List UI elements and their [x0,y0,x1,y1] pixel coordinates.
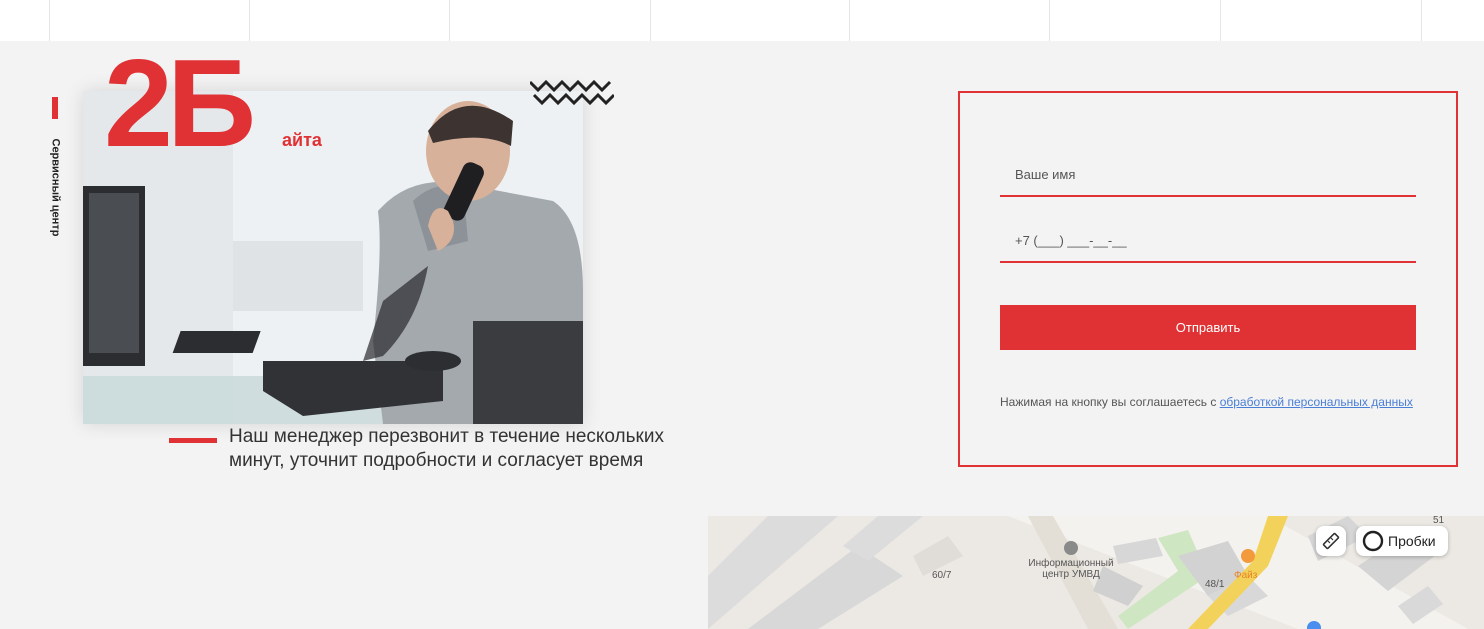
traffic-label: Пробки [1388,533,1436,549]
map-label-poi-fayz: Файз [1234,570,1258,581]
nav-divider [1049,0,1050,41]
zigzag-decoration-icon [530,79,614,106]
traffic-icon [1362,530,1384,552]
ruler-button[interactable] [1316,526,1346,556]
callback-description: Наш менеджер перезвонит в течение нескол… [229,426,664,471]
side-accent-bar [52,97,58,119]
consent-text: Нажимая на кнопку вы соглашаетесь с [1000,395,1220,409]
map-widget[interactable]: Информационный центр УМВД 60/7 48/1 Файз… [708,516,1484,629]
description-accent-dash [169,438,217,443]
map-label-building-60-7: 60/7 [932,570,952,581]
nav-divider [1421,0,1422,41]
nav-divider [449,0,450,41]
nav-divider [1220,0,1221,41]
side-vertical-label: Сервисный центр [49,138,62,237]
nav-divider [849,0,850,41]
callback-form: Ваше имя +7 (___) ___-__-__ Отправить На… [958,91,1458,467]
nav-divider [650,0,651,41]
name-field[interactable]: Ваше имя [1000,155,1416,197]
privacy-policy-link[interactable]: обработкой персональных данных [1220,395,1413,409]
hero-big-number: 2Б [104,35,256,173]
submit-button[interactable]: Отправить [1000,305,1416,350]
map-label-building-48-1: 48/1 [1205,579,1225,590]
traffic-button[interactable]: Пробки [1356,526,1448,556]
consent-notice: Нажимая на кнопку вы соглашаетесь с обра… [1000,395,1420,410]
phone-field[interactable]: +7 (___) ___-__-__ [1000,221,1416,263]
map-label-info-center: Информационный центр УМВД [1028,558,1114,580]
map-label-building-51: 51 [1433,516,1445,526]
hero-suffix: айта [282,130,322,150]
nav-divider [49,0,50,41]
ruler-icon [1322,532,1340,550]
